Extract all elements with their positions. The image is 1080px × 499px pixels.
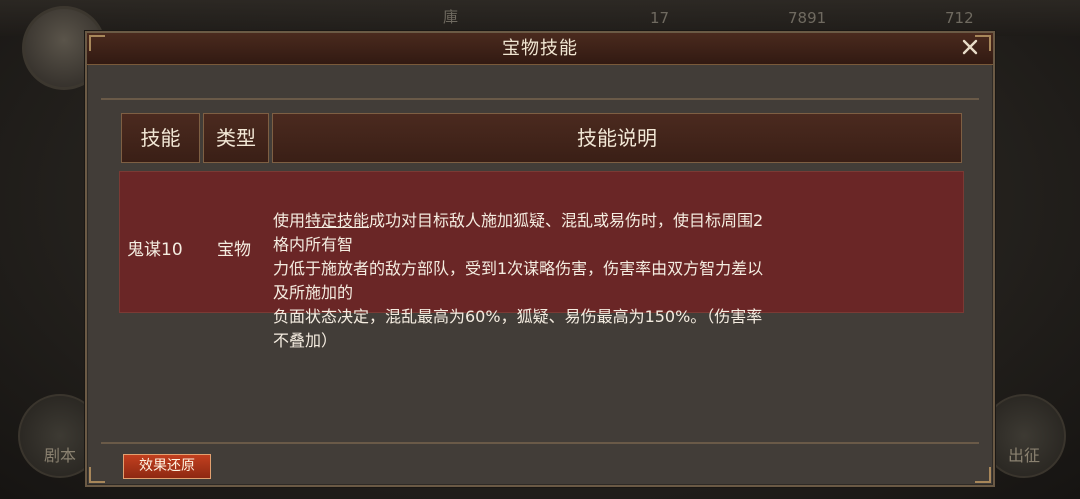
restore-effect-button[interactable]: 效果还原 <box>123 454 211 479</box>
header-description: 技能说明 <box>272 113 962 163</box>
specific-skill-link[interactable]: 特定技能 <box>305 211 369 230</box>
skill-type: 宝物 <box>217 240 251 260</box>
divider <box>101 442 979 444</box>
frame-corner <box>89 35 105 51</box>
background-text: 7891 <box>788 9 827 27</box>
dialog-title: 宝物技能 <box>502 38 578 59</box>
skill-description: 使用特定技能成功对目标敌人施加狐疑、混乱或易伤时，使目标周围2格内所有智 力低于… <box>273 209 773 353</box>
background-text: 712 <box>945 9 974 27</box>
header-type: 类型 <box>203 113 269 163</box>
desc-line3: 负面状态决定，混乱最高为60%，狐疑、易伤最高为150%。（伤害率不叠加） <box>273 307 763 350</box>
dialog-title-bar: 宝物技能 <box>87 33 993 65</box>
treasure-skill-dialog: 宝物技能 技能 类型 技能说明 鬼谋10 宝物 使用特定技能成功对目标敌人施加狐… <box>85 31 995 487</box>
divider <box>101 98 979 100</box>
skill-name: 鬼谋10 <box>127 240 183 260</box>
frame-corner <box>975 467 991 483</box>
background-text: 庫 <box>443 8 459 26</box>
background-text: 17 <box>650 9 670 27</box>
frame-corner <box>975 35 991 51</box>
desc-line2: 力低于施放者的敌方部队，受到1次谋略伤害，伤害率由双方智力差以及所施加的 <box>273 259 764 302</box>
frame-corner <box>89 467 105 483</box>
background-march-label: 出征 <box>1007 446 1040 465</box>
header-skill: 技能 <box>121 113 200 163</box>
desc-prefix: 使用 <box>273 211 306 230</box>
